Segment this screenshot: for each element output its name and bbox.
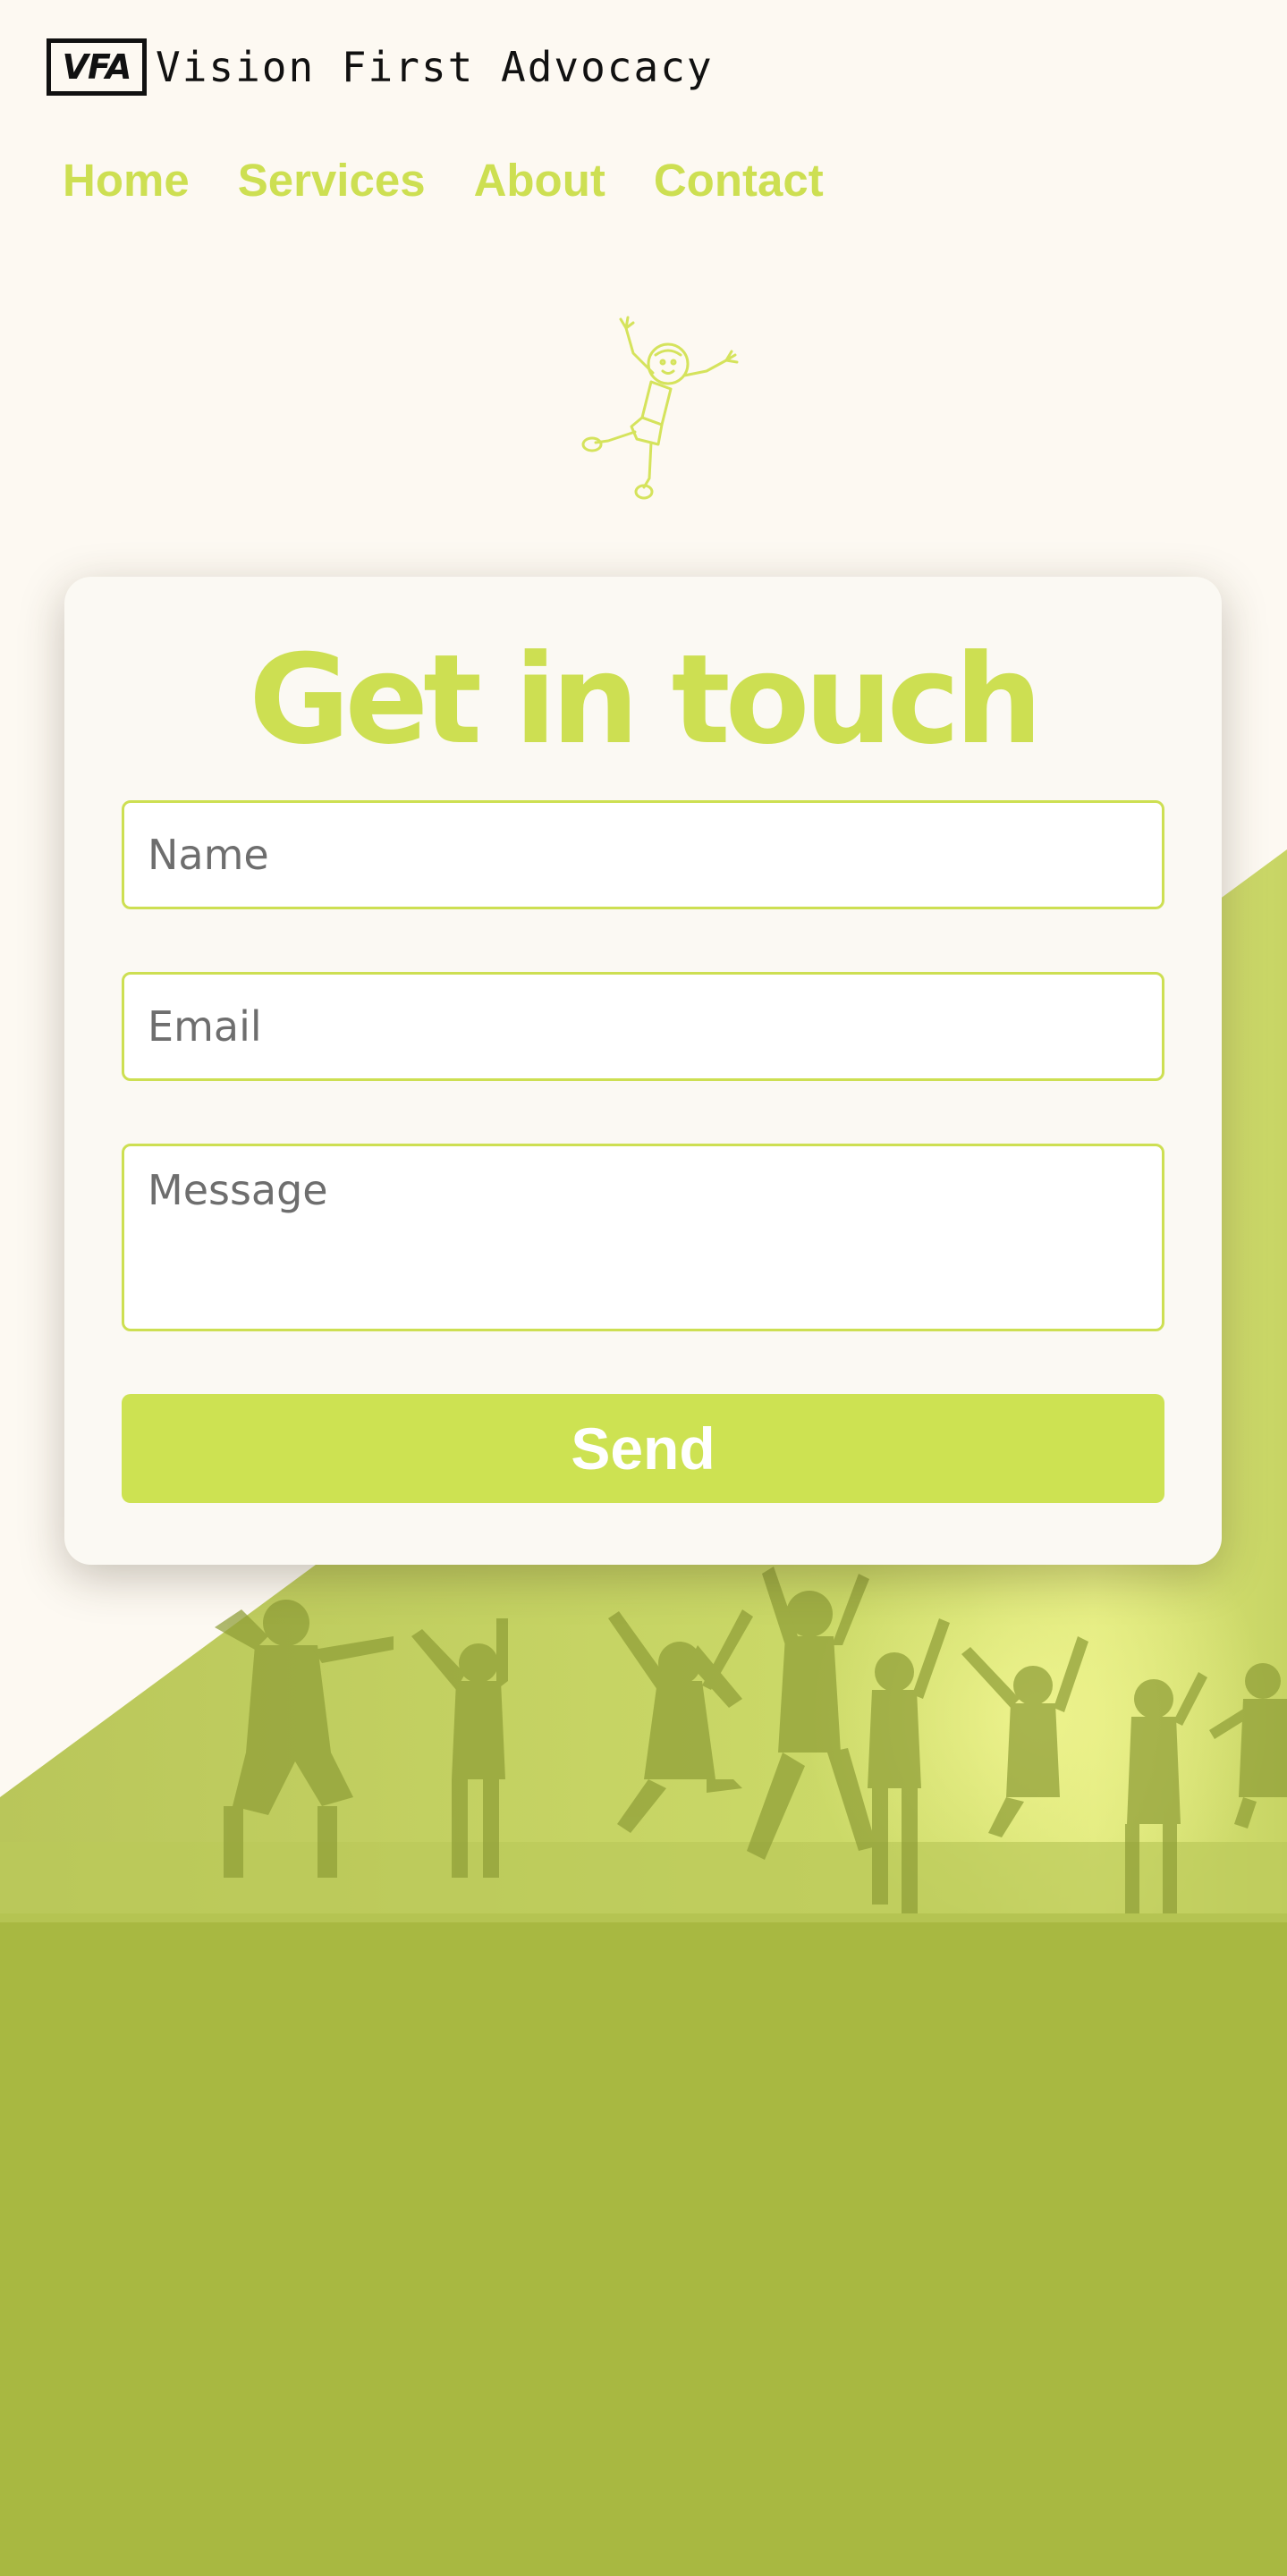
nav-link-services[interactable]: Services xyxy=(238,154,426,207)
message-textarea[interactable] xyxy=(122,1144,1164,1331)
main-nav: Home Services About Contact xyxy=(63,154,824,207)
nav-link-about[interactable]: About xyxy=(474,154,605,207)
email-input[interactable] xyxy=(122,972,1164,1081)
send-button[interactable]: Send xyxy=(122,1394,1164,1503)
nav-link-contact[interactable]: Contact xyxy=(654,154,824,207)
site-logo[interactable]: VFA Vision First Advocacy xyxy=(47,34,714,100)
logo-mark: VFA xyxy=(47,38,147,96)
nav-link-home[interactable]: Home xyxy=(63,154,190,207)
brand-name: Vision First Advocacy xyxy=(156,43,714,91)
jumping-stick-figure-icon xyxy=(581,316,739,500)
site-header: VFA Vision First Advocacy Home Services … xyxy=(0,0,1287,268)
contact-card: Get in touch Send xyxy=(64,577,1222,1565)
name-input[interactable] xyxy=(122,800,1164,909)
contact-form-title: Get in touch xyxy=(249,628,1043,772)
